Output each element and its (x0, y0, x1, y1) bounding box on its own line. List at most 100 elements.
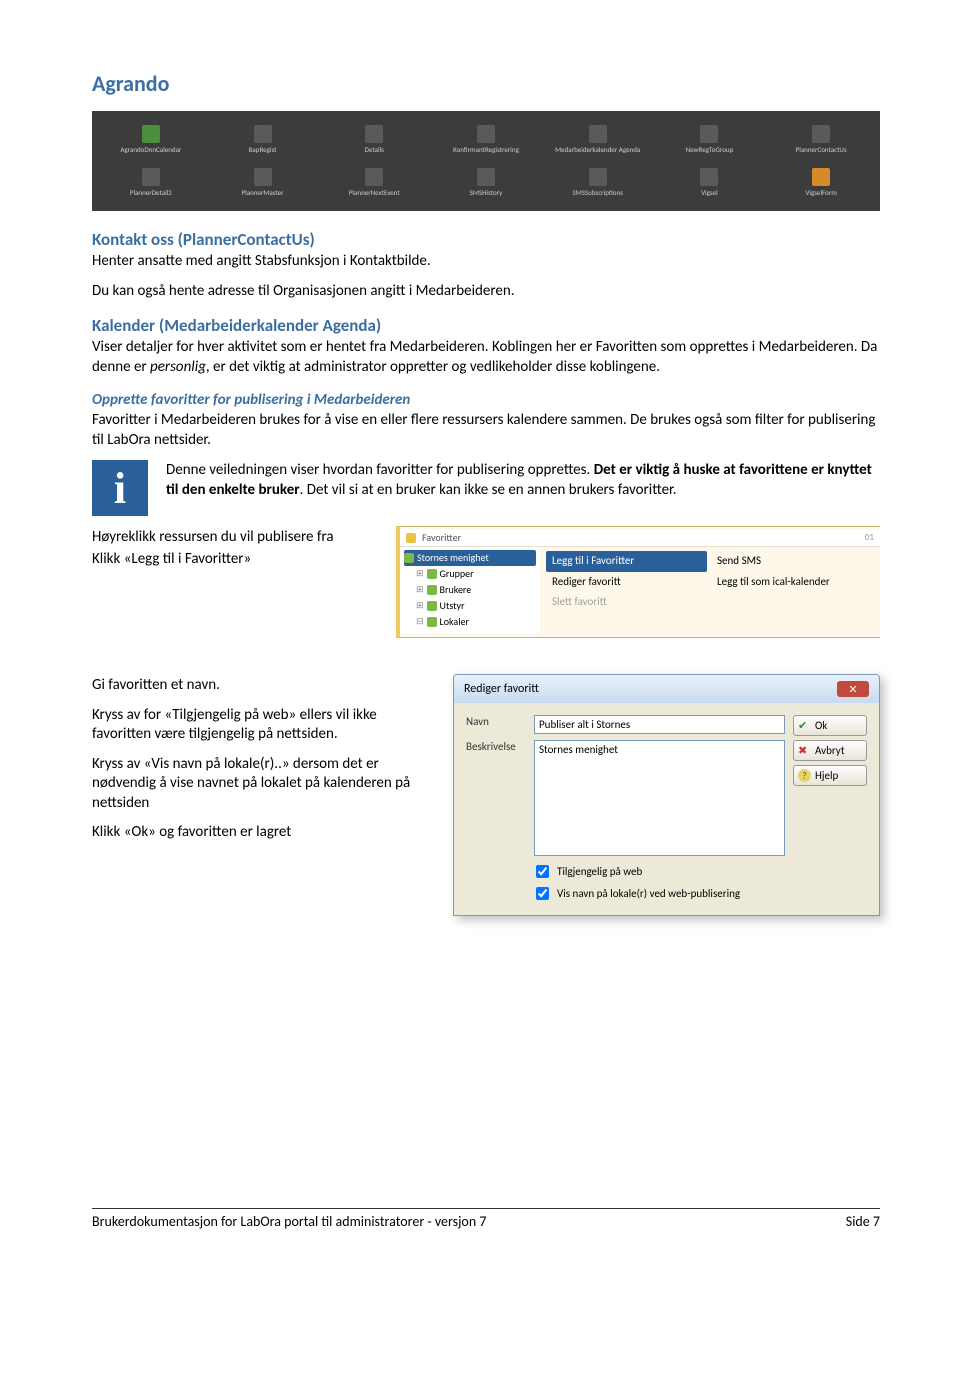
tree-label: Lokaler (440, 614, 469, 630)
toolbar-module[interactable]: KonfirmantRegistrering (431, 119, 541, 160)
expand-icon[interactable]: ⊞ (416, 583, 424, 597)
folder-icon (427, 585, 437, 595)
puzzle-icon (589, 168, 607, 186)
instruction-line: Klikk «Legg til i Favoritter» (92, 550, 380, 570)
section-opprette-p1: Favoritter i Medarbeideren brukes for å … (92, 411, 880, 450)
instruction-line: Klikk «Ok» og favoritten er lagret (92, 823, 437, 843)
avbryt-button[interactable]: ✖ Avbryt (793, 740, 867, 761)
toolbar-label: SMSSubscriptions (573, 188, 623, 197)
checkbox-label: Vis navn på lokale(r) ved web-publiserin… (557, 887, 740, 900)
dialog-rediger-favoritt: Rediger favoritt ✕ Navn Beskrivelse Til (453, 674, 880, 916)
puzzle-icon (142, 125, 160, 143)
folder-icon (427, 569, 437, 579)
puzzle-icon (477, 125, 495, 143)
tree-item[interactable]: ⊞ Brukere (404, 582, 536, 598)
toolbar-module[interactable]: Vigsel (655, 162, 765, 203)
toolbar-label: SMSHistory (470, 188, 503, 197)
checkbox-vis-navn-lokale[interactable]: Vis navn på lokale(r) ved web-publiserin… (532, 884, 785, 903)
brand-title: Agrando (92, 70, 880, 97)
tree-item[interactable]: ⊞ Grupper (404, 566, 536, 582)
context-menu-item[interactable]: Send SMS (711, 551, 872, 572)
info-callout: i Denne veiledningen viser hvordan favor… (92, 460, 880, 516)
input-navn[interactable] (534, 715, 785, 734)
tree-item[interactable]: ⊟ Lokaler (404, 614, 536, 630)
puzzle-icon (142, 168, 160, 186)
expand-icon[interactable]: ⊟ (416, 615, 424, 629)
footer-right: Side 7 (846, 1213, 880, 1230)
toolbar-module[interactable]: SMSHistory (431, 162, 541, 203)
label-beskrivelse: Beskrivelse (466, 740, 526, 753)
toolbar-module[interactable]: NewRegToGroup (655, 119, 765, 160)
section-opprette-title: Opprette favoritter for publisering i Me… (92, 391, 880, 409)
expand-icon[interactable]: ⊞ (416, 567, 424, 581)
puzzle-icon (477, 168, 495, 186)
toolbar-module[interactable]: PlannerNextEvent (319, 162, 429, 203)
help-icon: ? (798, 769, 811, 782)
expand-icon[interactable]: ⊞ (416, 599, 424, 613)
toolbar-label: KonfirmantRegistrering (453, 145, 519, 154)
toolbar-label: PlannerDetail2 (130, 188, 172, 197)
toolbar-label: PlannerNextEvent (349, 188, 400, 197)
toolbar-label: PlannerContactUs (796, 145, 847, 154)
toolbar-label: NewRegToGroup (686, 145, 734, 154)
check-icon: ✔ (798, 719, 811, 732)
dialog-titlebar: Rediger favoritt ✕ (454, 675, 879, 703)
hjelp-button[interactable]: ? Hjelp (793, 765, 867, 786)
text: , er det viktig at administrator opprett… (206, 358, 660, 376)
ctx-col-2: Send SMSLegg til som ical-kalender (709, 549, 874, 627)
toolbar-module[interactable]: VigselForm (766, 162, 876, 203)
puzzle-icon (589, 125, 607, 143)
page-footer: Brukerdokumentasjon for LabOra portal ti… (92, 1208, 880, 1230)
label-navn: Navn (466, 715, 526, 728)
puzzle-icon (254, 168, 272, 186)
toolbar-module[interactable]: Details (319, 119, 429, 160)
instruction-line: Kryss av for «Tilgjengelig på web» eller… (92, 706, 437, 745)
checkbox-tilgjengelig-web[interactable]: Tilgjengelig på web (532, 862, 785, 881)
tree-item[interactable]: ⊞ Utstyr (404, 598, 536, 614)
context-menu-item[interactable]: Rediger favoritt (546, 572, 707, 593)
tree-label: Stornes menighet (417, 550, 489, 566)
ok-button[interactable]: ✔ Ok (793, 715, 867, 736)
context-menu-item[interactable]: Legg til i Favoritter (546, 551, 707, 572)
tree-label: Grupper (440, 566, 474, 582)
close-icon[interactable]: ✕ (837, 681, 869, 697)
section-kontakt-oss-p2: Du kan også hente adresse til Organisasj… (92, 282, 880, 302)
toolbar-label: BapRegist (249, 145, 277, 154)
tree-label: Utstyr (440, 598, 465, 614)
folder-icon (427, 601, 437, 611)
tree-label: Brukere (440, 582, 472, 598)
toolbar-module[interactable]: PlannerDetail2 (96, 162, 206, 203)
section-kalender-p1: Viser detaljer for hver aktivitet som er… (92, 338, 880, 377)
tree-item[interactable]: Stornes menighet (404, 550, 536, 566)
ctx-tree: Stornes menighet⊞Grupper⊞Brukere⊞Utstyr⊟… (400, 547, 540, 633)
toolbar-module[interactable]: PlannerMaster (208, 162, 318, 203)
ctx-top-favoritter: Favoritter (422, 531, 461, 544)
toolbar-module[interactable]: BapRegist (208, 119, 318, 160)
info-text: Denne veiledningen viser hvordan favorit… (166, 460, 880, 501)
instruction-line: Høyreklikk ressursen du vil publisere fr… (92, 528, 380, 548)
toolbar-module[interactable]: AgrandoDnnCalendar (96, 119, 206, 160)
text: . Det vil si at en bruker kan ikke se en… (300, 481, 677, 499)
toolbar-module[interactable]: Medarbeiderkalender Agenda (543, 119, 653, 160)
folder-icon (427, 617, 437, 627)
instruction-line: Gi favoritten et navn. (92, 676, 437, 696)
checkbox-input[interactable] (536, 865, 549, 878)
context-menu-screenshot: Favoritter 01 Stornes menighet⊞Grupper⊞B… (396, 526, 880, 638)
checkbox-input[interactable] (536, 887, 549, 900)
toolbar-module[interactable]: SMSSubscriptions (543, 162, 653, 203)
toolbar-label: Medarbeiderkalender Agenda (555, 145, 640, 154)
footer-left: Brukerdokumentasjon for LabOra portal ti… (92, 1213, 486, 1230)
context-menu-item[interactable]: Legg til som ical-kalender (711, 572, 872, 593)
puzzle-icon (365, 125, 383, 143)
section-kontakt-oss-title: Kontakt oss (PlannerContactUs) (92, 229, 880, 250)
cancel-icon: ✖ (798, 744, 811, 757)
module-toolbar: AgrandoDnnCalendar BapRegist Details Konfir… (92, 111, 880, 211)
ctx-col-1: Legg til i FavoritterRediger favorittSle… (544, 549, 709, 627)
textarea-beskrivelse[interactable] (534, 740, 785, 856)
toolbar-label: PlannerMaster (242, 188, 284, 197)
context-menu-item: Slett favoritt (546, 592, 707, 613)
folder-icon (404, 553, 414, 563)
toolbar-module[interactable]: PlannerContactUs (766, 119, 876, 160)
section-kontakt-oss-p1: Henter ansatte med angitt Stabsfunksjon … (92, 252, 880, 272)
checkbox-label: Tilgjengelig på web (557, 865, 642, 878)
